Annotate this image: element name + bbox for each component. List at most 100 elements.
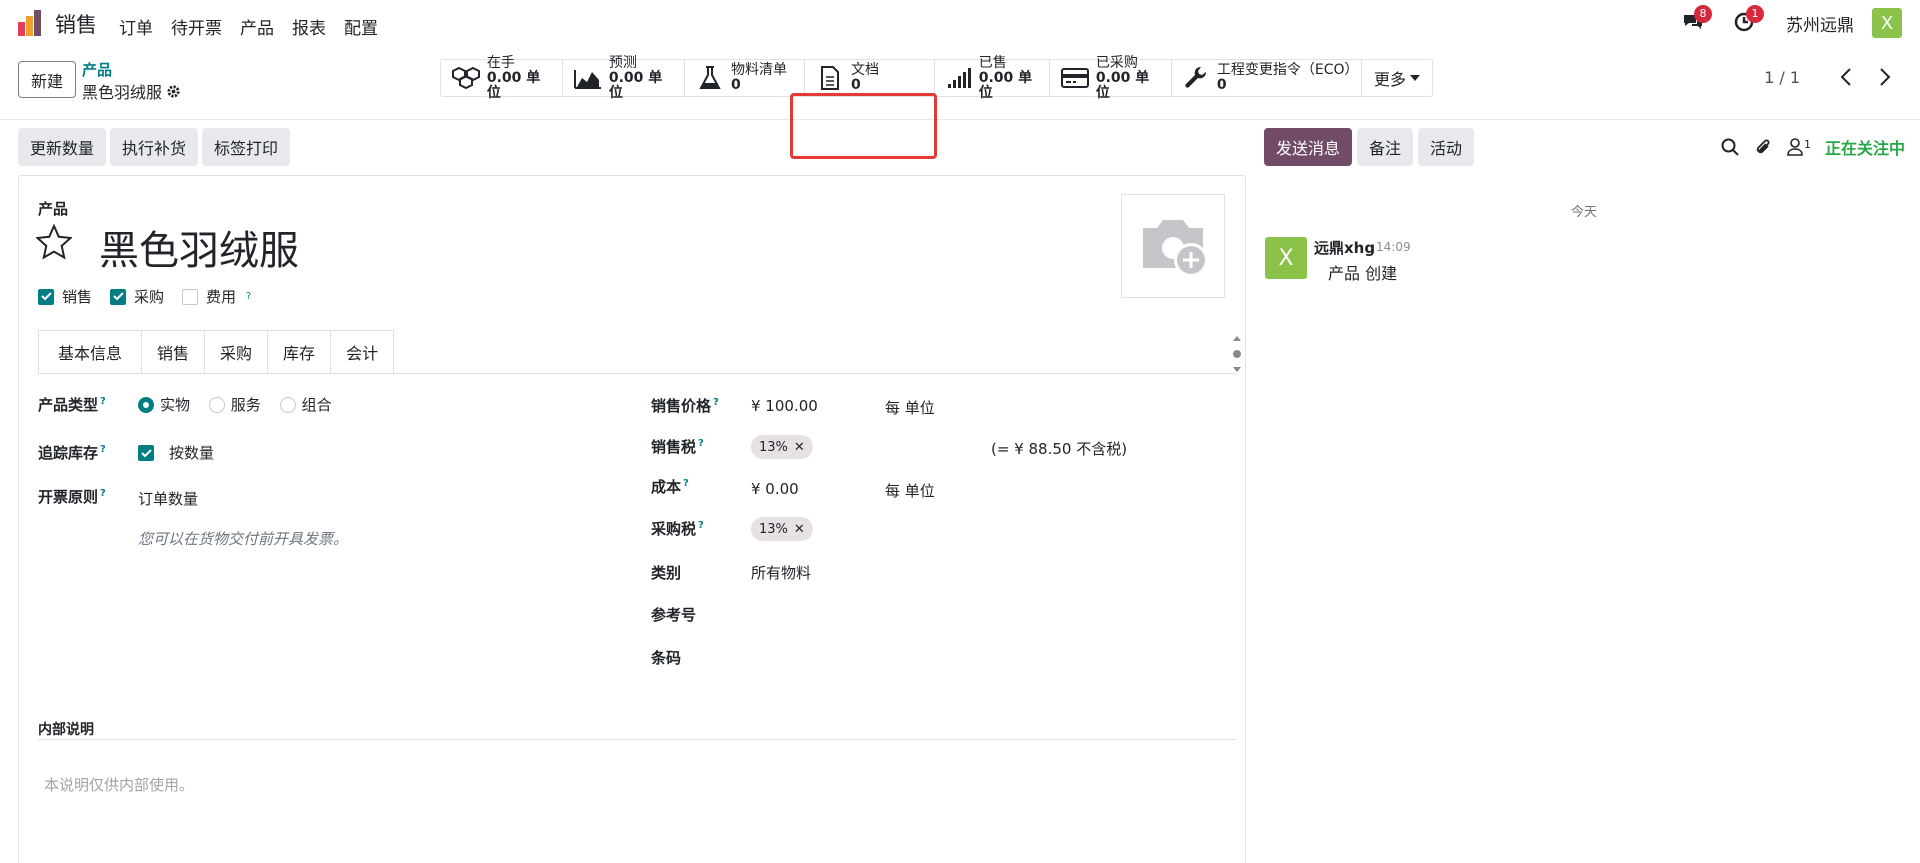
track-inventory-checkbox[interactable]	[138, 445, 154, 461]
tab-accounting[interactable]: 会计	[331, 330, 395, 374]
menu-item-configuration[interactable]: 配置	[344, 12, 378, 41]
print-labels-button[interactable]: 标签打印	[202, 128, 291, 166]
smart-button-eco[interactable]: 工程变更指令（ECO） 0	[1172, 60, 1362, 96]
send-message-button[interactable]: 发送消息	[1264, 128, 1353, 166]
sale-ok-label: 销售	[62, 288, 93, 306]
on-hand-value: 0.00 单位	[486, 69, 541, 101]
messages-button[interactable]: 8	[1682, 5, 1712, 34]
update-quantity-button[interactable]: 更新数量	[18, 128, 107, 166]
area-chart-icon	[573, 70, 601, 89]
sale-price-label: 销售价格?	[651, 397, 719, 415]
pager-value[interactable]: 1 / 1	[1764, 68, 1800, 87]
internal-notes-label: 内部说明	[38, 722, 94, 738]
smart-button-sold[interactable]: 已售 0.00 单位	[935, 55, 1050, 100]
help-icon: ?	[246, 291, 252, 302]
cost-field[interactable]: ¥ 0.00	[751, 480, 799, 498]
breadcrumb-parent[interactable]: 产品	[82, 59, 112, 80]
message-avatar[interactable]: X	[1265, 237, 1307, 279]
tab-sales[interactable]: 销售	[142, 330, 206, 374]
purchase-tax-tag[interactable]: 13% ✕	[751, 517, 813, 541]
app-name[interactable]: 销售	[55, 9, 97, 39]
scroll-arrows-icon[interactable]	[1232, 334, 1242, 374]
cost-unit: 每 单位	[885, 482, 935, 500]
search-icon[interactable]	[1721, 138, 1739, 156]
sold-value: 0.00 单位	[978, 69, 1033, 101]
radio-combo[interactable]: 组合	[279, 394, 332, 415]
category-label: 类别	[651, 564, 682, 582]
form-sheet: 产品 黑色羽绒服 销售 采购 费用? 基本信息 销售 采购 库存 会计 产品类型…	[18, 175, 1246, 863]
purchased-label: 已采购	[1095, 54, 1138, 71]
wrench-icon	[1185, 66, 1207, 88]
sale-price-unit: 每 单位	[885, 399, 935, 417]
cubes-icon	[451, 66, 480, 90]
bom-value: 0	[731, 77, 741, 93]
help-icon: ?	[683, 478, 689, 489]
expense-checkbox[interactable]: 费用?	[182, 286, 251, 307]
track-inventory-label: 追踪库存?	[38, 444, 106, 462]
menu-item-products[interactable]: 产品	[240, 12, 274, 41]
star-icon[interactable]	[36, 224, 72, 260]
product-type-radio: 实物 服务 组合	[138, 394, 346, 417]
main-menu: 订单 待开票 产品 报表 配置	[119, 12, 378, 41]
smart-button-on-hand[interactable]: 在手 0.00 单位	[441, 55, 563, 100]
paperclip-icon[interactable]	[1753, 137, 1773, 157]
sales-app-logo[interactable]	[16, 10, 44, 36]
track-inventory-value[interactable]: 按数量	[169, 442, 214, 463]
smart-button-forecast[interactable]: 预测 0.00 单位	[563, 55, 685, 100]
help-icon: ?	[100, 488, 106, 499]
top-navbar: 销售 订单 待开票 产品 报表 配置 8 1 苏州远鼎 X	[0, 0, 1920, 46]
purchase-tax-label: 采购税?	[651, 520, 704, 538]
menu-item-reporting[interactable]: 报表	[292, 12, 326, 41]
notes-divider	[38, 739, 1236, 740]
gear-icon[interactable]	[166, 84, 181, 99]
activity-button[interactable]: 活动	[1418, 128, 1475, 166]
product-image[interactable]	[1121, 194, 1225, 298]
help-icon: ?	[698, 438, 704, 449]
sale-ok-checkbox[interactable]: 销售	[38, 286, 92, 307]
chevron-left-icon[interactable]	[1837, 66, 1857, 88]
log-note-button[interactable]: 备注	[1357, 128, 1414, 166]
eco-value: 0	[1216, 77, 1227, 93]
forecast-value: 0.00 单位	[608, 69, 663, 101]
more-button[interactable]: 更多	[1362, 60, 1432, 96]
menu-item-to-invoice[interactable]: 待开票	[171, 12, 222, 41]
unchecked-box	[182, 288, 199, 305]
sale-price-field[interactable]: ¥ 100.00	[751, 397, 818, 415]
tab-inventory[interactable]: 库存	[268, 330, 332, 374]
internal-notes-field[interactable]: 本说明仅供内部使用。	[44, 774, 194, 795]
purchase-ok-checkbox[interactable]: 采购	[110, 286, 164, 307]
activities-button[interactable]: 1	[1734, 5, 1764, 34]
tab-purchase[interactable]: 采购	[205, 330, 269, 374]
followers-count: 1	[1803, 138, 1811, 151]
followers-button[interactable]: 1	[1787, 138, 1811, 156]
company-switcher[interactable]: 苏州远鼎	[1786, 11, 1854, 36]
purchased-value: 0.00 单位	[1095, 69, 1150, 101]
notebook-tabs: 基本信息 销售 采购 库存 会计	[38, 330, 395, 374]
message-body: 产品 创建	[1328, 264, 1398, 283]
radio-goods[interactable]: 实物	[138, 394, 190, 415]
navbar-right: 8 1 苏州远鼎 X	[1682, 0, 1920, 46]
help-icon: ?	[698, 520, 704, 531]
close-icon: ✕	[793, 521, 805, 537]
cost-label: 成本?	[651, 478, 689, 496]
new-button[interactable]: 新建	[18, 61, 76, 98]
category-field[interactable]: 所有物料	[751, 562, 811, 583]
purchase-ok-label: 采购	[134, 288, 165, 306]
replenish-button[interactable]: 执行补货	[110, 128, 199, 166]
message-author[interactable]: 远鼎xhg	[1314, 237, 1375, 258]
sale-tax-tag[interactable]: 13% ✕	[751, 435, 813, 459]
product-type-label: 产品类型?	[38, 396, 106, 414]
smart-button-purchased[interactable]: 已采购 0.00 单位	[1050, 55, 1172, 100]
following-button[interactable]: 正在关注中	[1825, 135, 1905, 159]
radio-service[interactable]: 服务	[208, 394, 261, 415]
product-name-field[interactable]: 黑色羽绒服	[99, 218, 299, 276]
forecast-label: 预测	[608, 54, 637, 71]
invoice-policy-field[interactable]: 订单数量	[138, 488, 198, 509]
menu-item-orders[interactable]: 订单	[119, 12, 153, 41]
smart-button-documents[interactable]: 文档 0	[805, 60, 935, 96]
tab-general-info[interactable]: 基本信息	[38, 330, 143, 374]
smart-button-bom[interactable]: 物料清单 0	[685, 60, 805, 96]
chevron-right-icon[interactable]	[1874, 66, 1894, 88]
user-avatar[interactable]: X	[1872, 8, 1902, 38]
tax-excluded-amount: (= ¥ 88.50 不含税)	[991, 440, 1128, 458]
